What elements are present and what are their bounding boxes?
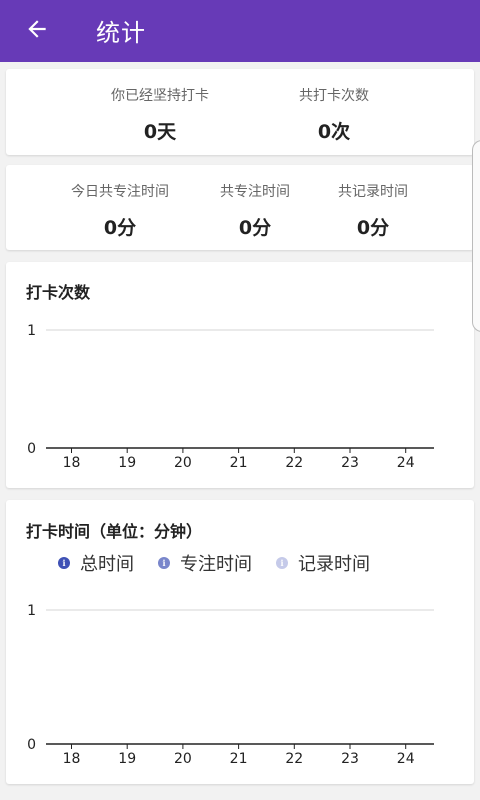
time-chart-card: 打卡时间（单位：分钟） i 总时间 i 专注时间 i 记录时间 0 1 18 19 20… bbox=[6, 500, 474, 784]
page-title: 统计 bbox=[96, 19, 146, 47]
x-tick-label: 20 bbox=[174, 751, 192, 767]
count-stat: 共打卡次数 0次 bbox=[284, 85, 384, 144]
x-tick-label: 21 bbox=[230, 455, 248, 471]
x-tick-label: 19 bbox=[118, 751, 136, 767]
x-tick-label: 22 bbox=[285, 455, 303, 471]
x-tick-label: 21 bbox=[230, 751, 248, 767]
y-tick-label: 1 bbox=[27, 323, 36, 339]
y-tick-label: 0 bbox=[27, 441, 36, 457]
x-tick-label: 22 bbox=[285, 751, 303, 767]
x-tick-label: 20 bbox=[174, 455, 192, 471]
days-label: 你已经坚持打卡 bbox=[111, 88, 209, 104]
side-drawer-handle[interactable] bbox=[472, 140, 480, 332]
count-label: 共打卡次数 bbox=[299, 88, 369, 104]
record-label: 共记录时间 bbox=[338, 184, 408, 200]
x-tick-label: 19 bbox=[118, 455, 136, 471]
y-tick-label: 0 bbox=[27, 737, 36, 753]
focus-card: 今日共专注时间 0分 共专注时间 0分 共记录时间 0分 bbox=[6, 165, 474, 250]
today-focus-label: 今日共专注时间 bbox=[71, 184, 169, 200]
arrow-back-icon bbox=[28, 20, 46, 38]
days-value: 0天 bbox=[143, 121, 177, 143]
today-focus-value: 0分 bbox=[103, 217, 137, 239]
checkin-chart-card: 打卡次数 0 1 18 19 20 21 22 23 24 bbox=[6, 262, 474, 488]
time-chart: 0 1 18 19 20 21 22 23 24 bbox=[27, 603, 434, 767]
record-stat: 共记录时间 0分 bbox=[328, 181, 418, 240]
x-tick-label: 18 bbox=[63, 455, 81, 471]
back-button[interactable] bbox=[22, 14, 52, 44]
today-focus-stat: 今日共专注时间 0分 bbox=[62, 181, 178, 240]
x-tick-label: 18 bbox=[63, 751, 81, 767]
record-value: 0分 bbox=[356, 217, 390, 239]
x-tick-label: 23 bbox=[341, 455, 359, 471]
days-stat: 你已经坚持打卡 0天 bbox=[100, 85, 220, 144]
total-focus-stat: 共专注时间 0分 bbox=[210, 181, 300, 240]
count-value: 0次 bbox=[317, 121, 351, 143]
summary-card: 你已经坚持打卡 0天 共打卡次数 0次 bbox=[6, 69, 474, 155]
checkin-chart: 0 1 18 19 20 21 22 23 24 bbox=[27, 323, 434, 471]
y-tick-label: 1 bbox=[27, 603, 36, 619]
app-bar: 统计 bbox=[0, 0, 480, 62]
x-tick-label: 24 bbox=[397, 455, 415, 471]
x-tick-label: 24 bbox=[397, 751, 415, 767]
total-focus-label: 共专注时间 bbox=[220, 184, 290, 200]
x-tick-label: 23 bbox=[341, 751, 359, 767]
total-focus-value: 0分 bbox=[238, 217, 272, 239]
